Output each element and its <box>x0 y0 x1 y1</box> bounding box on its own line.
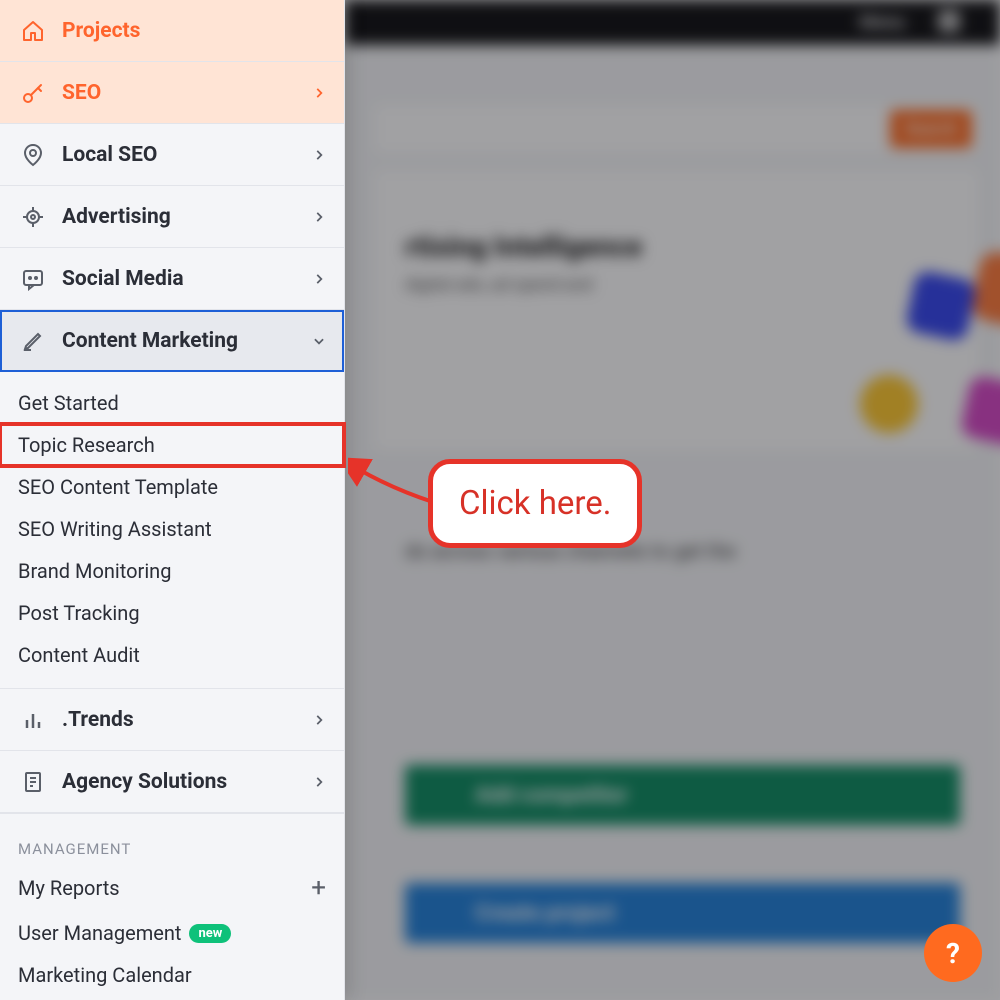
sub-item-seo-content-template[interactable]: SEO Content Template <box>0 466 344 508</box>
sidebar-item-local-seo[interactable]: Local SEO <box>0 124 344 186</box>
sidebar-item-label: Content Marketing <box>62 329 312 353</box>
chevron-right-icon <box>312 86 326 100</box>
document-icon <box>18 770 48 794</box>
sidebar: Projects SEO Local SEO Advertising So <box>0 0 345 1000</box>
sidebar-item-label: Agency Solutions <box>62 770 312 794</box>
pen-icon <box>18 329 48 353</box>
chevron-right-icon <box>312 713 326 727</box>
sidebar-item-social-media[interactable]: Social Media <box>0 248 344 310</box>
sub-item-seo-writing-assistant[interactable]: SEO Writing Assistant <box>0 508 344 550</box>
mgmt-my-reports[interactable]: My Reports + <box>0 864 344 912</box>
sub-item-get-started[interactable]: Get Started <box>0 382 344 424</box>
sidebar-item-label: Social Media <box>62 267 312 291</box>
sub-item-post-tracking[interactable]: Post Tracking <box>0 592 344 634</box>
mgmt-label: My Reports <box>18 876 311 900</box>
sub-item-content-audit[interactable]: Content Audit <box>0 634 344 676</box>
annotation-callout: Click here. <box>428 459 642 548</box>
content-marketing-submenu: Get Started Topic Research SEO Content T… <box>0 372 344 689</box>
sidebar-item-projects[interactable]: Projects <box>0 0 344 62</box>
sidebar-item-trends[interactable]: .Trends <box>0 689 344 751</box>
sidebar-item-label: Advertising <box>62 205 312 229</box>
sidebar-item-label: Projects <box>62 19 326 43</box>
home-icon <box>18 19 48 43</box>
management-section-label: MANAGEMENT <box>0 813 344 864</box>
plus-icon[interactable]: + <box>311 873 326 903</box>
sidebar-item-agency-solutions[interactable]: Agency Solutions <box>0 751 344 813</box>
help-fab[interactable]: ? <box>924 924 982 982</box>
sub-item-brand-monitoring[interactable]: Brand Monitoring <box>0 550 344 592</box>
sub-item-topic-research[interactable]: Topic Research <box>0 424 344 466</box>
mgmt-label: User Management <box>18 921 181 945</box>
mgmt-marketing-calendar[interactable]: Marketing Calendar <box>0 954 344 996</box>
chat-icon <box>18 267 48 291</box>
chevron-down-icon <box>312 334 326 348</box>
new-badge: new <box>189 924 231 943</box>
mgmt-label: Marketing Calendar <box>18 963 192 987</box>
bars-icon <box>18 708 48 732</box>
key-icon <box>18 81 48 105</box>
chevron-right-icon <box>312 210 326 224</box>
sidebar-item-content-marketing[interactable]: Content Marketing <box>0 310 344 372</box>
target-icon <box>18 205 48 229</box>
sidebar-item-label: Local SEO <box>62 143 312 167</box>
chevron-right-icon <box>312 148 326 162</box>
mgmt-user-management[interactable]: User Management new <box>0 912 344 954</box>
sidebar-item-label: SEO <box>62 81 312 105</box>
pin-icon <box>18 143 48 167</box>
sidebar-item-seo[interactable]: SEO <box>0 62 344 124</box>
sidebar-item-label: .Trends <box>62 708 312 732</box>
chevron-right-icon <box>312 272 326 286</box>
sidebar-item-advertising[interactable]: Advertising <box>0 186 344 248</box>
chevron-right-icon <box>312 775 326 789</box>
annotation-arrow-icon <box>348 454 438 504</box>
